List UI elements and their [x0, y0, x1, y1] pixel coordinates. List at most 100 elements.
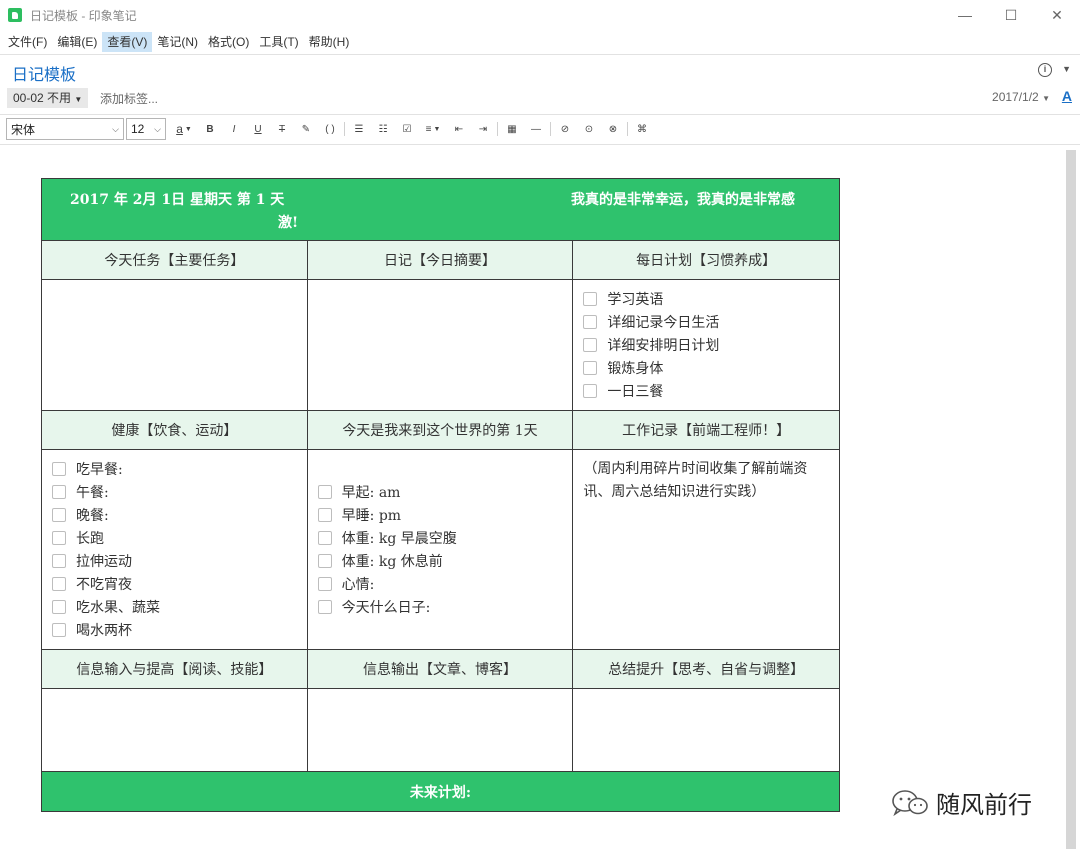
wechat-watermark: 随风前行 — [890, 785, 1032, 820]
vertical-scrollbar[interactable] — [1066, 150, 1076, 849]
encrypt-icon[interactable]: ⊗ — [601, 118, 625, 140]
template-header-row: 2017 年 2月 1日 星期天 第 1 天 激! 我真的是非常幸运，我真的是非… — [41, 178, 840, 241]
menu-view[interactable]: 查看(V) — [102, 32, 153, 52]
table-icon[interactable]: ▦ — [500, 118, 524, 140]
list-item: 吃水果、蔬菜 — [52, 595, 297, 618]
align-icon[interactable]: ≡ ▼ — [419, 118, 447, 140]
note-title[interactable]: 日记模板 — [12, 61, 76, 85]
section-head-day-count[interactable]: 今天是我来到这个世界的第 1天 — [306, 410, 574, 450]
header-divider — [0, 114, 1080, 115]
tasks-cell[interactable] — [41, 279, 308, 411]
italic-icon[interactable]: I — [222, 118, 246, 140]
list-item: 早起: am — [317, 480, 563, 503]
menu-file[interactable]: 文件(F) — [3, 32, 52, 52]
section-head-habits[interactable]: 每日计划【习惯养成】 — [572, 240, 840, 280]
font-family-select[interactable]: 宋体 ⌵ — [6, 118, 124, 140]
note-date: 2017/1/2 — [992, 90, 1039, 104]
text-color-icon[interactable]: a ▼ — [170, 118, 198, 140]
list-item: 午餐: — [52, 480, 297, 503]
highlight-icon[interactable]: ✎ — [294, 118, 318, 140]
strikethrough-icon[interactable]: T — [270, 118, 294, 140]
evernote-app-icon — [8, 8, 22, 22]
checkbox-icon[interactable]: ☑ — [395, 118, 419, 140]
checkbox[interactable] — [583, 337, 598, 352]
underline-icon[interactable]: U — [246, 118, 270, 140]
health-cell[interactable]: 吃早餐: 午餐: 晚餐: 长跑 拉伸运动 不吃宵夜 吃水果、蔬菜 喝水两杯 — [41, 449, 308, 650]
summary-cell[interactable] — [572, 688, 840, 772]
numbered-list-icon[interactable]: ☷ — [371, 118, 395, 140]
checkbox[interactable] — [583, 291, 598, 306]
habits-cell[interactable]: 学习英语 详细记录今日生活 详细安排明日计划 锻炼身体 一日三餐 — [572, 279, 840, 411]
info-icon[interactable]: i — [1038, 63, 1052, 77]
chevron-down-icon[interactable]: ▼ — [1062, 64, 1071, 74]
future-plan-cell[interactable]: 未来计划: — [41, 771, 840, 812]
checkbox[interactable] — [583, 360, 598, 375]
checkbox[interactable] — [317, 553, 332, 568]
horizontal-rule-icon[interactable]: — — [524, 118, 548, 140]
minimize-button[interactable]: — — [942, 0, 988, 30]
close-button[interactable]: ✕ — [1034, 0, 1080, 30]
record-icon[interactable]: ⊙ — [577, 118, 601, 140]
attachment-icon[interactable]: ⊘ — [553, 118, 577, 140]
checkbox[interactable] — [52, 461, 66, 476]
section-body-row: 学习英语 详细记录今日生活 详细安排明日计划 锻炼身体 一日三餐 — [41, 279, 840, 411]
code-block-icon[interactable]: ( ) — [318, 118, 342, 140]
section-head-diary[interactable]: 日记【今日摘要】 — [306, 240, 574, 280]
outdent-icon[interactable]: ⇤ — [447, 118, 471, 140]
checkbox[interactable] — [52, 553, 66, 568]
format-toolbar: 宋体 ⌵ 12 ⌵ a ▼ B I U T ✎ ( ) ☰ ☷ ☑ ≡ ▼ ⇤ ⇥ … — [0, 116, 1080, 142]
menu-edit[interactable]: 编辑(E) — [52, 32, 102, 52]
template-header-cell[interactable]: 2017 年 2月 1日 星期天 第 1 天 激! 我真的是非常幸运，我真的是非… — [41, 178, 840, 241]
output-cell[interactable] — [306, 688, 574, 772]
checkbox[interactable] — [583, 383, 598, 398]
motto-line: 我真的是非常幸运，我真的是非常感 — [571, 192, 795, 208]
checkbox[interactable] — [52, 599, 66, 614]
menu-format[interactable]: 格式(O) — [203, 32, 254, 52]
notebook-selector[interactable]: 00-02 不用 ▼ — [7, 88, 89, 108]
menu-help[interactable]: 帮助(H) — [304, 32, 355, 52]
checkbox[interactable] — [317, 530, 332, 545]
toolbar-divider — [497, 122, 498, 136]
command-icon[interactable]: ⌘ — [630, 118, 654, 140]
maximize-button[interactable]: ☐ — [988, 0, 1034, 30]
checkbox[interactable] — [52, 507, 66, 522]
list-item: 锻炼身体 — [583, 356, 829, 379]
date-line-wrap: 激! — [278, 215, 299, 231]
font-family-value: 宋体 — [11, 122, 36, 137]
checkbox[interactable] — [317, 599, 332, 614]
checkbox[interactable] — [583, 314, 598, 329]
work-log-cell[interactable]: （周内利用碎片时间收集了解前端资讯、周六总结知识进行实践） — [572, 449, 840, 650]
input-cell[interactable] — [41, 688, 308, 772]
section-head-summary[interactable]: 总结提升【思考、自省与调整】 — [572, 649, 840, 689]
window-controls: — ☐ ✕ — [942, 0, 1080, 30]
checkbox[interactable] — [317, 507, 332, 522]
bullet-list-icon[interactable]: ☰ — [347, 118, 371, 140]
checkbox[interactable] — [317, 576, 332, 591]
checkbox[interactable] — [317, 484, 332, 499]
checkbox[interactable] — [52, 622, 66, 637]
chevron-down-icon: ⌵ — [154, 123, 161, 134]
section-head-work[interactable]: 工作记录【前端工程师！】 — [572, 410, 840, 450]
menu-tools[interactable]: 工具(T) — [254, 32, 303, 52]
body-stats-cell[interactable]: 早起: am 早睡: pm 体重: kg 早晨空腹 体重: kg 休息前 心情:… — [306, 449, 574, 650]
diary-cell[interactable] — [306, 279, 574, 411]
add-tag-input[interactable]: 添加标签... — [100, 90, 158, 107]
list-item: 体重: kg 早晨空腹 — [317, 526, 563, 549]
diary-template-table[interactable]: 2017 年 2月 1日 星期天 第 1 天 激! 我真的是非常幸运，我真的是非… — [41, 178, 840, 812]
section-head-health[interactable]: 健康【饮食、运动】 — [41, 410, 308, 450]
checkbox[interactable] — [52, 576, 66, 591]
section-head-output[interactable]: 信息输出【文章、博客】 — [306, 649, 574, 689]
checkbox[interactable] — [52, 530, 66, 545]
menu-note[interactable]: 笔记(N) — [152, 32, 203, 52]
font-size-select[interactable]: 12 ⌵ — [126, 118, 166, 140]
toolbar-divider — [550, 122, 551, 136]
section-head-input[interactable]: 信息输入与提高【阅读、技能】 — [41, 649, 308, 689]
indent-icon[interactable]: ⇥ — [471, 118, 495, 140]
checkbox[interactable] — [52, 484, 66, 499]
section-head-tasks[interactable]: 今天任务【主要任务】 — [41, 240, 308, 280]
list-item: 拉伸运动 — [52, 549, 297, 572]
bold-icon[interactable]: B — [198, 118, 222, 140]
list-item: 不吃宵夜 — [52, 572, 297, 595]
font-color-icon[interactable]: A — [1062, 88, 1072, 104]
note-date-button[interactable]: 2017/1/2 ▼ — [992, 90, 1050, 104]
